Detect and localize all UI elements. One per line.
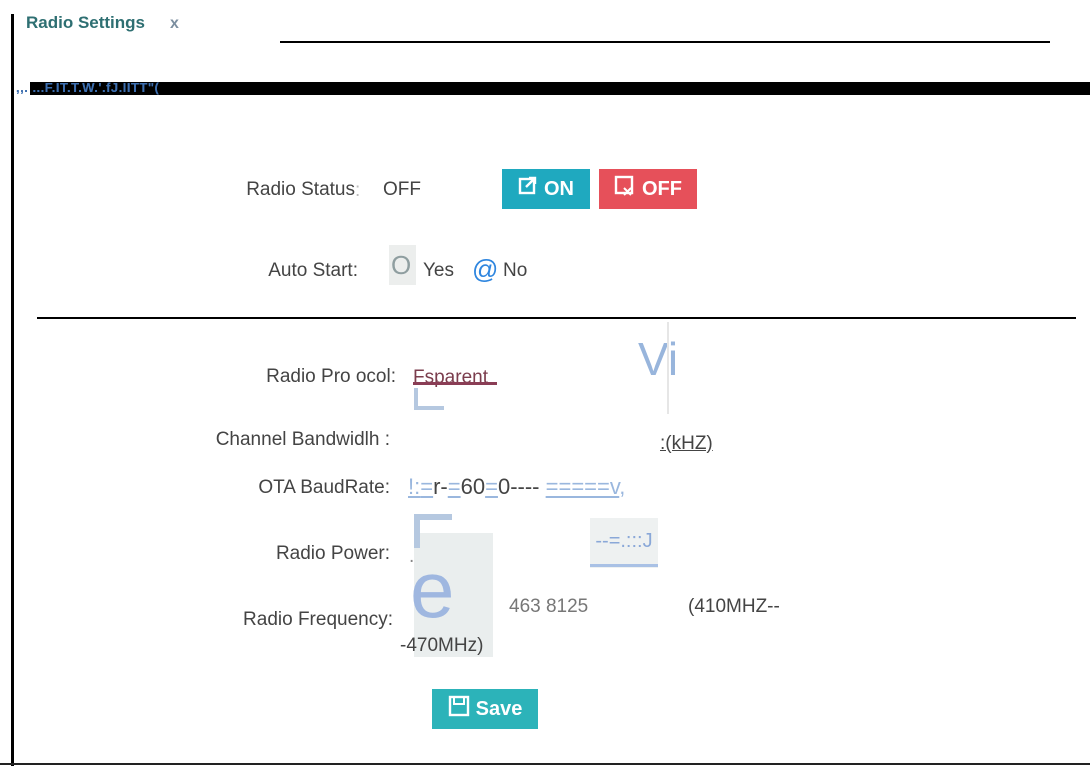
ota-baudrate-select[interactable]: !:=r-=60=0---- =====v, [408,474,625,500]
baud-part: !: [408,474,421,499]
power-on-icon [518,176,538,202]
bottom-border [0,763,1090,765]
radio-status-label: Radio Status [246,179,355,200]
radio-frequency-range-cont: -470MHz) [400,635,484,656]
channel-bandwidth-label: Channel Bandwidlh : [215,429,390,450]
baud-part: = [447,474,461,499]
glitch-text: ,,. ...F.IT.T.W.'.fJ.IITT"( [16,80,160,95]
power-off-icon [614,175,636,203]
radio-frequency-range: (410MHZ-- [688,596,780,617]
auto-start-label: Auto Start: [268,260,358,281]
baud-part: = [485,474,498,499]
baud-part: 60 [460,474,486,499]
section-divider [37,317,1076,319]
radio-unchecked-icon: O [391,250,412,280]
field-divider [667,322,669,414]
baud-dropdown[interactable]: =====v [546,474,620,499]
channel-bandwidth-unit: :(kHZ) [660,433,713,454]
baud-part: r- [433,474,448,499]
tab-title[interactable]: Radio Settings [26,13,145,33]
radio-frequency-input[interactable]: 463 8125 [509,596,588,618]
baud-part: 0 [497,474,511,499]
radio-off-button[interactable]: OFF [599,169,697,209]
tab-close-icon[interactable]: x [170,15,179,33]
radio-power-select[interactable]: --=.:::J [590,518,658,568]
radio-power-label: Radio Power: [275,543,390,564]
left-border [11,14,14,766]
frequency-glyph: e [410,545,455,634]
radio-on-button[interactable]: ON [502,169,590,209]
radio-power-underline [590,564,658,567]
save-icon [448,695,470,723]
save-label: Save [475,697,523,720]
baud-part: = [420,474,434,499]
radio-on-label: ON [544,177,574,200]
header-divider [280,41,1050,43]
baud-part: ---- [510,474,540,499]
radio-frequency-label: Radio Frequency: [243,609,393,630]
radio-checked-icon[interactable]: @ [472,254,498,285]
radio-status-colon: : [355,180,361,201]
select-bracket-icon [414,388,444,410]
save-button[interactable]: Save [432,689,538,729]
radio-protocol-select[interactable]: Fsparent [413,367,488,389]
radio-protocol-label: Radio Pro ocol: [266,366,396,387]
dropdown-mark[interactable]: Vi [638,336,678,382]
radio-protocol-underline [413,382,497,385]
auto-start-no-label[interactable]: No [503,260,527,282]
glitch-band [30,82,1090,95]
radio-off-label: OFF [642,177,682,200]
radio-status-value: OFF [383,179,421,200]
input-bracket-icon [414,514,452,548]
ota-baudrate-label: OTA BaudRate: [258,477,390,498]
baud-part: , [619,474,626,499]
auto-start-yes-label[interactable]: Yes [423,260,454,282]
